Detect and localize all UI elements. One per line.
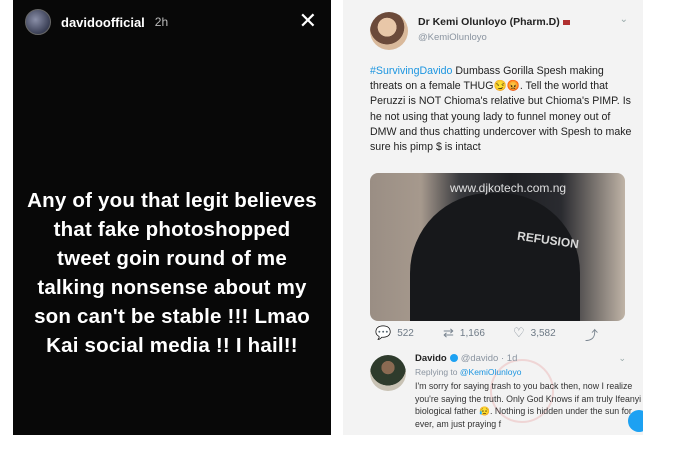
verified-icon <box>449 354 458 363</box>
image-watermark: www.djkotech.com.ng <box>450 181 567 195</box>
reply-icon: 💬 <box>375 325 392 340</box>
replying-to-handle[interactable]: @KemiOlunloyo <box>460 367 522 377</box>
tweet-author-avatar[interactable] <box>370 12 408 50</box>
share-icon: ⤴ <box>585 328 599 343</box>
like-count: 3,582 <box>530 327 556 339</box>
flag-icon <box>562 19 570 25</box>
reply-text: I'm sorry for saying trash to you back t… <box>415 381 642 429</box>
retweet-action[interactable]: ⇄ 1,166 <box>443 325 485 341</box>
chevron-down-icon[interactable]: ⌄ <box>618 353 626 364</box>
tweet-author-handle[interactable]: @KemiOlunloyo <box>418 32 487 43</box>
chevron-down-icon[interactable]: ⌄ <box>620 14 628 25</box>
tweet-header: Dr Kemi Olunloyo (Pharm.D) @KemiOlunloyo… <box>370 12 638 52</box>
story-time: 2h <box>154 15 169 29</box>
tweet-screenshot: Dr Kemi Olunloyo (Pharm.D) @KemiOlunloyo… <box>343 0 643 435</box>
heart-icon: ♡ <box>513 325 525 340</box>
tweet-body: Dumbass Gorilla Spesh making threats on … <box>370 65 632 154</box>
tweet-author-name-text: Dr Kemi Olunloyo (Pharm.D) <box>418 16 560 28</box>
replying-to-label: Replying to <box>415 367 458 377</box>
reply-action[interactable]: 💬 522 <box>375 325 414 341</box>
retweet-count: 1,166 <box>459 327 485 339</box>
reply-author-name[interactable]: Davido <box>415 353 447 364</box>
close-icon[interactable]: ✕ <box>299 10 317 32</box>
reply-author-handle[interactable]: @davido <box>461 353 499 364</box>
tweet-hashtag[interactable]: #SurvivingDavido <box>370 65 452 77</box>
instagram-story: davidoofficial 2h ✕ Any of you that legi… <box>13 0 331 435</box>
story-username[interactable]: davidoofficial <box>61 15 145 30</box>
like-action[interactable]: ♡ 3,582 <box>513 325 556 341</box>
story-caption: Any of you that legit believes that fake… <box>27 189 317 357</box>
tweet-author-name[interactable]: Dr Kemi Olunloyo (Pharm.D) <box>418 16 570 28</box>
story-avatar[interactable] <box>25 9 51 35</box>
floating-action-icon[interactable] <box>628 410 643 432</box>
reply-author-avatar[interactable] <box>370 355 406 391</box>
tweet-text: #SurvivingDavido Dumbass Gorilla Spesh m… <box>370 64 632 155</box>
replying-to-line: Replying to @KemiOlunloyo <box>415 367 521 377</box>
tweet-actions: 💬 522 ⇄ 1,166 ♡ 3,582 ⤴ <box>375 325 625 345</box>
share-action[interactable]: ⤴ <box>585 325 604 344</box>
tweet-image[interactable]: www.djkotech.com.ng REFUSION <box>370 173 625 321</box>
reply-author-line: Davido @davido · 1d <box>415 353 518 364</box>
hoodie-figure <box>410 193 580 321</box>
retweet-icon: ⇄ <box>443 325 454 340</box>
reply-time: 1d <box>506 353 518 364</box>
story-header: davidoofficial 2h ✕ <box>25 9 321 35</box>
reply-count: 522 <box>397 327 414 339</box>
reply-tweet: Davido @davido · 1d ⌄ Replying to @KemiOl… <box>370 353 643 435</box>
